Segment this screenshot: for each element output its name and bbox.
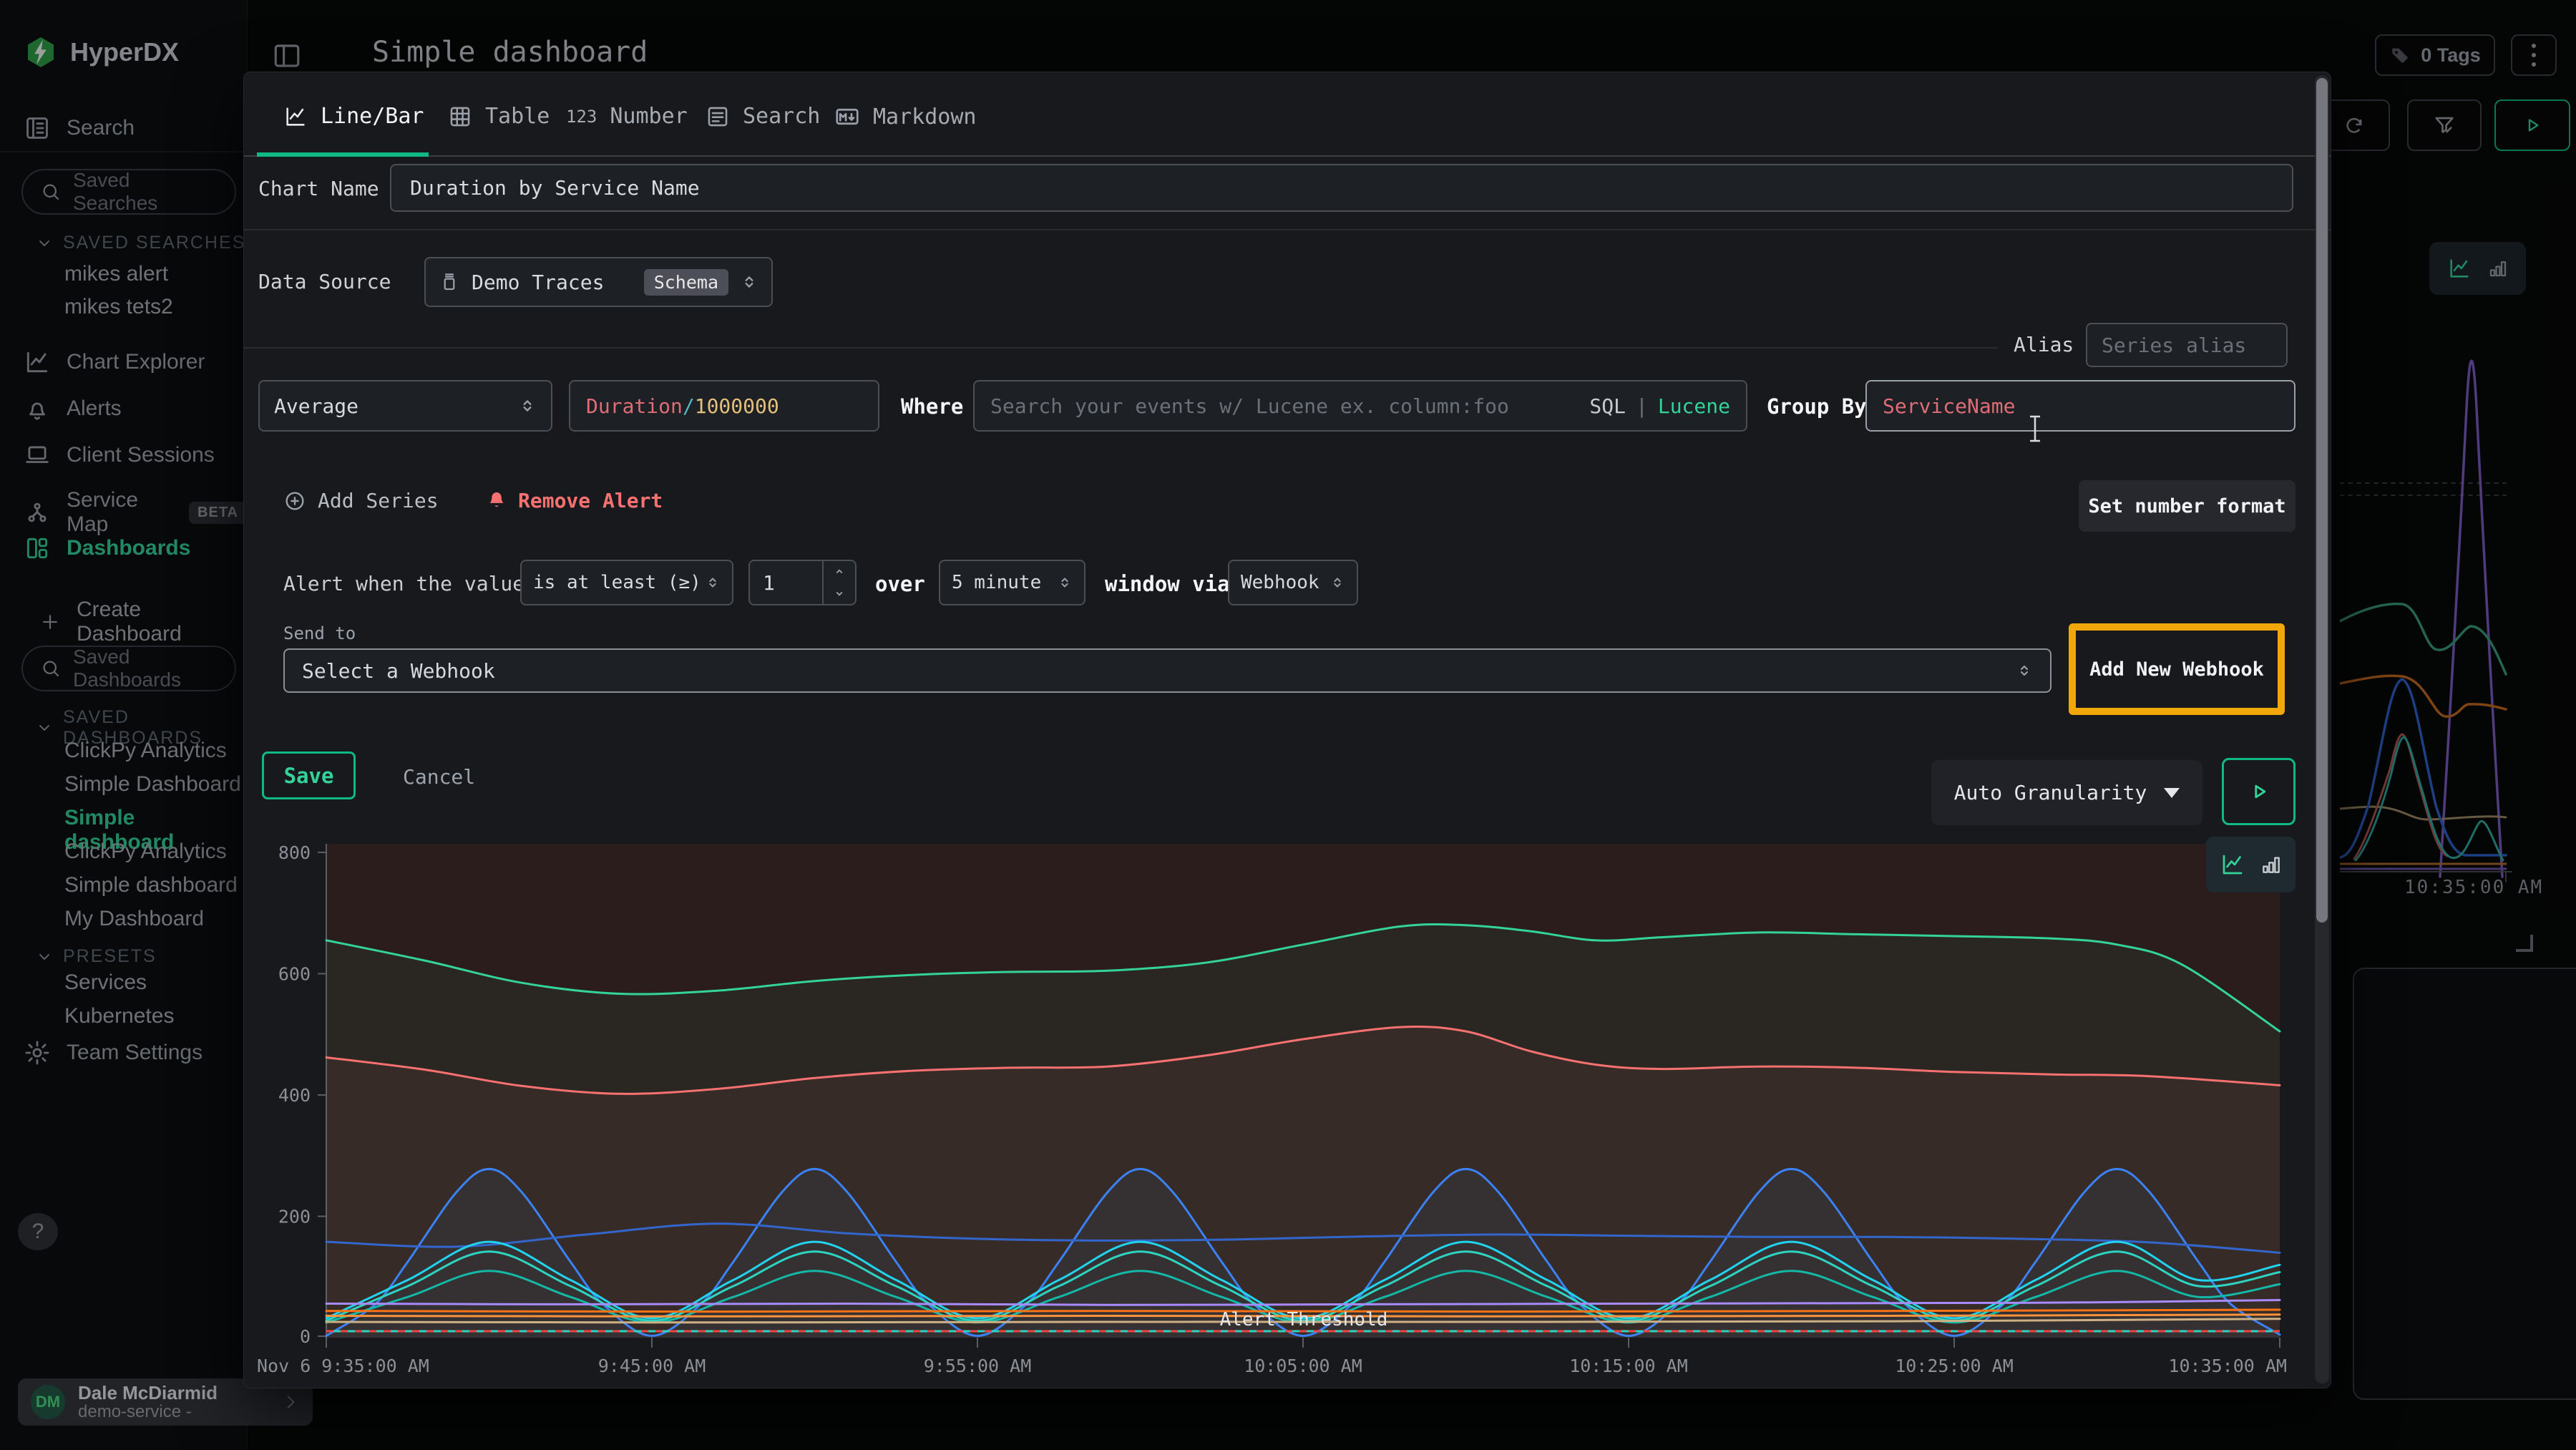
active-tab-underline [257,152,429,157]
chevron-down-icon [2164,788,2180,798]
tutorial-highlight-ring: Add New Webhook [2069,623,2285,715]
lucene-toggle[interactable]: Lucene [1658,394,1730,418]
screen: HyperDX Search Saved Searches SAVED SEAR… [0,0,2576,1450]
play-icon [2247,779,2271,804]
number-123-icon: 123 [566,107,597,127]
circle-plus-icon [283,490,306,512]
window-via-label: window via [1105,572,1230,596]
line-chart-icon [283,104,308,129]
select-updown-icon [740,273,758,291]
data-source-select[interactable]: Demo Traces Schema [424,257,773,307]
svg-text:200: 200 [278,1207,311,1227]
modal-scrollbar-thumb[interactable] [2316,78,2328,923]
alert-bell-icon [485,490,508,512]
preview-run-button[interactable] [2222,758,2296,825]
field-expression-input[interactable]: Duration/1000000 [569,380,879,432]
edit-chart-modal: Line/Bar Table 123 Number Search Markdow… [243,72,2331,1388]
series-divider [244,347,1997,349]
add-new-webhook-button[interactable]: Add New Webhook [2076,631,2278,708]
group-by-label: Group By [1767,394,1867,419]
over-label: over [875,572,925,596]
schema-badge: Schema [644,269,728,296]
alias-placeholder: Series alias [2102,334,2246,357]
alert-condition-select[interactable]: is at least (≥) [520,560,733,605]
tab-line-bar[interactable]: Line/Bar [283,104,424,129]
tab-bar-border [244,155,2331,157]
set-number-format-button[interactable]: Set number format [2079,480,2296,532]
add-series-button[interactable]: Add Series [283,489,439,512]
cancel-button[interactable]: Cancel [403,765,475,789]
svg-text:10:35:00 AM: 10:35:00 AM [2168,1356,2287,1376]
group-by-input[interactable]: ServiceName [1865,380,2296,432]
data-source-label: Data Source [258,270,391,293]
save-button[interactable]: Save [262,751,356,799]
select-updown-icon [705,575,721,590]
table-icon [448,104,472,129]
tab-search[interactable]: Search [706,104,820,129]
preview-chart: 0 200 400 600 800 Nov 6 9:35:00 AM 9:45:00 AM 9… [255,838,2316,1386]
granularity-select[interactable]: Auto Granularity [1931,760,2202,825]
alert-window-select[interactable]: 5 minute [939,560,1085,605]
webhook-select[interactable]: Select a Webhook [283,648,2051,693]
line-chart-icon[interactable] [2220,852,2245,877]
tab-markdown[interactable]: Markdown [834,104,977,130]
svg-text:800: 800 [278,842,311,863]
remove-alert-button[interactable]: Remove Alert [485,489,663,512]
select-updown-icon [1057,575,1073,590]
series-alias-input[interactable]: Series alias [2086,323,2288,367]
svg-text:Nov 6 9:35:00 AM: Nov 6 9:35:00 AM [257,1356,429,1376]
svg-text:400: 400 [278,1085,311,1106]
select-updown-icon [1330,575,1345,590]
alias-label: Alias [2014,333,2074,356]
svg-text:600: 600 [278,964,311,985]
text-cursor-icon [2027,414,2043,443]
chart-name-label: Chart Name [258,177,379,200]
svg-text:Alert Threshold: Alert Threshold [1220,1309,1388,1330]
where-label: Where [901,394,963,419]
alert-threshold-input[interactable]: 1 [748,560,857,605]
svg-text:0: 0 [300,1326,311,1347]
bar-chart-icon[interactable] [2260,853,2283,876]
list-icon [706,104,730,129]
sql-toggle[interactable]: SQL [1589,394,1626,418]
section-divider [244,229,2331,230]
markdown-icon [834,104,860,130]
tab-table[interactable]: Table [448,104,550,129]
svg-text:10:15:00 AM: 10:15:00 AM [1569,1356,1688,1376]
svg-text:10:25:00 AM: 10:25:00 AM [1895,1356,2014,1376]
number-stepper[interactable] [822,561,855,604]
tab-number[interactable]: 123 Number [566,104,688,129]
svg-text:9:55:00 AM: 9:55:00 AM [924,1356,1032,1376]
select-updown-icon [518,396,537,415]
select-updown-icon [2016,662,2033,679]
chart-name-input[interactable]: Duration by Service Name [390,164,2293,212]
alert-prefix-label: Alert when the value [283,572,525,595]
aggregation-select[interactable]: Average [258,380,552,432]
svg-text:9:45:00 AM: 9:45:00 AM [598,1356,706,1376]
alert-channel-select[interactable]: Webhook [1228,560,1358,605]
svg-text:10:05:00 AM: 10:05:00 AM [1244,1356,1362,1376]
chart-type-toggle[interactable] [2206,837,2296,892]
database-icon [439,271,460,293]
where-search-input[interactable]: Search your events w/ Lucene ex. column:… [973,380,1747,432]
where-placeholder: Search your events w/ Lucene ex. column:… [990,394,1579,418]
send-to-label: Send to [283,623,356,643]
